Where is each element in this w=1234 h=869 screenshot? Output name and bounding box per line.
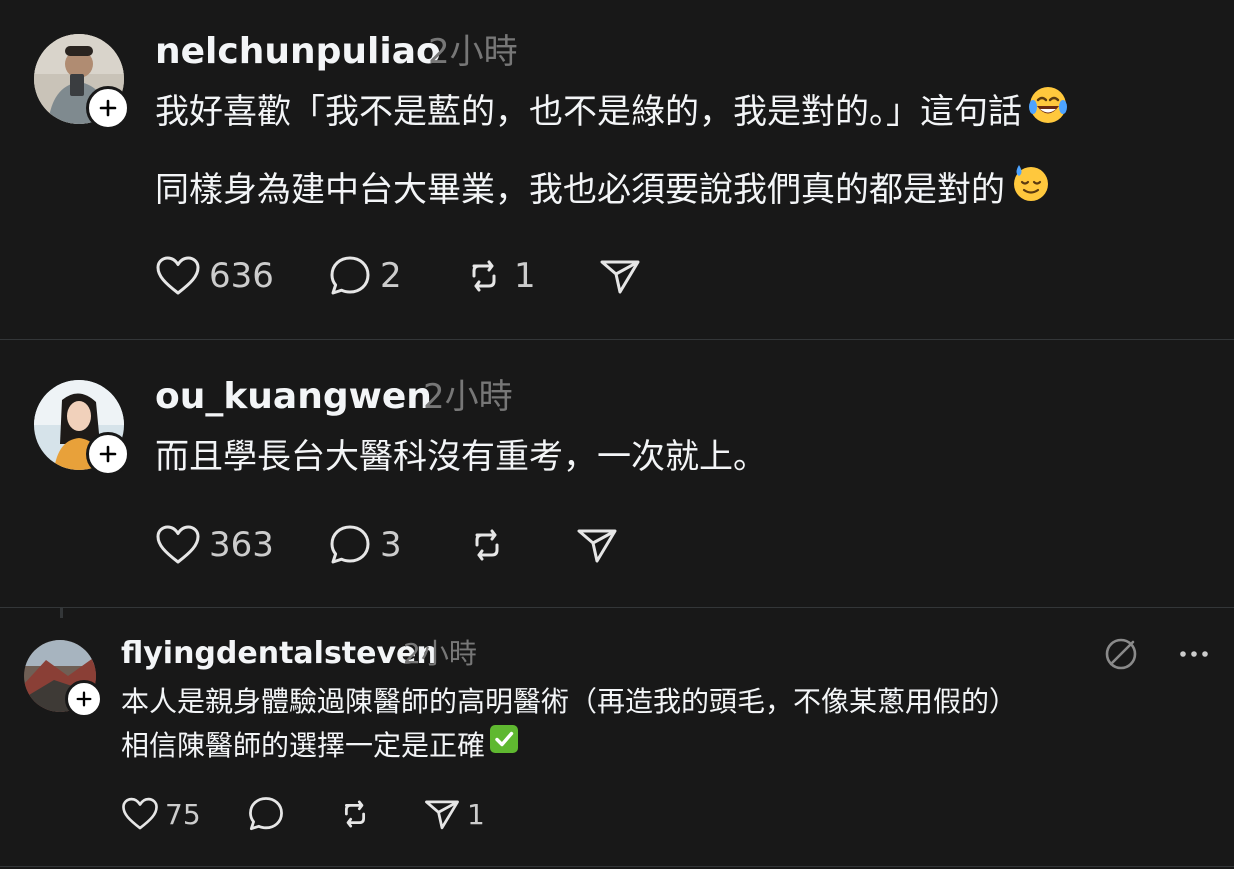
post-text: 我好喜歡「我不是藍的，也不是綠的，我是對的。」這句話 — [155, 92, 1022, 132]
check-mark-emoji — [489, 724, 519, 764]
more-options-button[interactable] — [1175, 635, 1213, 673]
reply-button[interactable]: 3 — [328, 523, 402, 567]
send-icon — [600, 260, 640, 294]
timestamp[interactable]: 2小時 — [428, 30, 518, 74]
more-horizontal-icon — [1180, 651, 1208, 657]
follow-plus-button[interactable] — [86, 432, 130, 476]
post-text: 本人是親身體驗過陳醫師的高明醫術（再造我的頭毛，不像某蔥用假的） — [121, 685, 1018, 718]
heart-icon — [156, 525, 200, 564]
follow-plus-button[interactable] — [86, 86, 130, 130]
post-text: 而且學長台大醫科沒有重考，一次就上。 — [155, 437, 767, 477]
like-button[interactable]: 75 — [121, 795, 201, 833]
share-button[interactable] — [598, 254, 642, 298]
follow-plus-button[interactable] — [65, 680, 103, 718]
plus-icon — [76, 691, 92, 707]
username[interactable]: nelchunpuliao — [155, 30, 441, 74]
send-icon — [577, 529, 617, 563]
comment-icon — [330, 256, 370, 295]
like-count: 75 — [165, 797, 201, 831]
like-count: 363 — [209, 525, 274, 565]
slash-circle-icon — [1105, 638, 1137, 670]
reply-button[interactable]: 2 — [328, 254, 402, 298]
heart-icon — [122, 797, 158, 830]
reply-count: 2 — [380, 256, 402, 296]
share-count: 1 — [467, 797, 485, 831]
post-text-line: 我好喜歡「我不是藍的，也不是綠的，我是對的。」這句話 — [155, 85, 1068, 139]
comment-icon — [249, 797, 283, 831]
repost-icon — [475, 529, 499, 561]
reply-post-3: flyingdentalsteven 2小時 本人是親身體驗過陳醫師的高明醫術（… — [0, 608, 1234, 866]
username[interactable]: flyingdentalsteven — [121, 635, 438, 673]
post-text-line: 同樣身為建中台大畢業，我也必須要說我們真的都是對的 — [155, 163, 1051, 217]
send-icon — [425, 800, 459, 830]
reply-post-1: nelchunpuliao 2小時 我好喜歡「我不是藍的，也不是綠的，我是對的。… — [0, 0, 1234, 339]
like-button[interactable]: 363 — [155, 523, 274, 567]
username[interactable]: ou_kuangwen — [155, 375, 432, 419]
divider — [0, 866, 1234, 867]
post-text-line: 相信陳醫師的選擇一定是正確 — [121, 724, 519, 767]
post-text: 同樣身為建中台大畢業，我也必須要說我們真的都是對的 — [155, 170, 1005, 210]
repost-icon — [472, 260, 496, 292]
like-count: 636 — [209, 256, 274, 296]
comment-icon — [330, 525, 370, 564]
heart-icon — [156, 256, 200, 295]
share-button[interactable]: 1 — [423, 795, 485, 833]
repost-count: 1 — [514, 256, 536, 296]
sweat-smile-emoji — [1011, 163, 1051, 214]
repost-button[interactable] — [336, 795, 374, 833]
timestamp[interactable]: 2小時 — [403, 635, 477, 673]
repost-button[interactable] — [465, 523, 509, 567]
repost-icon — [344, 800, 366, 828]
laughing-tears-emoji — [1028, 85, 1068, 136]
timestamp[interactable]: 2小時 — [423, 375, 513, 419]
repost-button[interactable]: 1 — [462, 254, 536, 298]
like-button[interactable]: 636 — [155, 254, 274, 298]
plus-icon — [99, 99, 117, 117]
plus-icon — [99, 445, 117, 463]
reply-count: 3 — [380, 525, 402, 565]
reply-post-2: ou_kuangwen 2小時 而且學長台大醫科沒有重考，一次就上。 363 3 — [0, 340, 1234, 608]
hide-reply-button[interactable] — [1102, 635, 1140, 673]
reply-button[interactable] — [247, 795, 285, 833]
share-button[interactable] — [575, 523, 619, 567]
post-text: 相信陳醫師的選擇一定是正確 — [121, 729, 486, 762]
